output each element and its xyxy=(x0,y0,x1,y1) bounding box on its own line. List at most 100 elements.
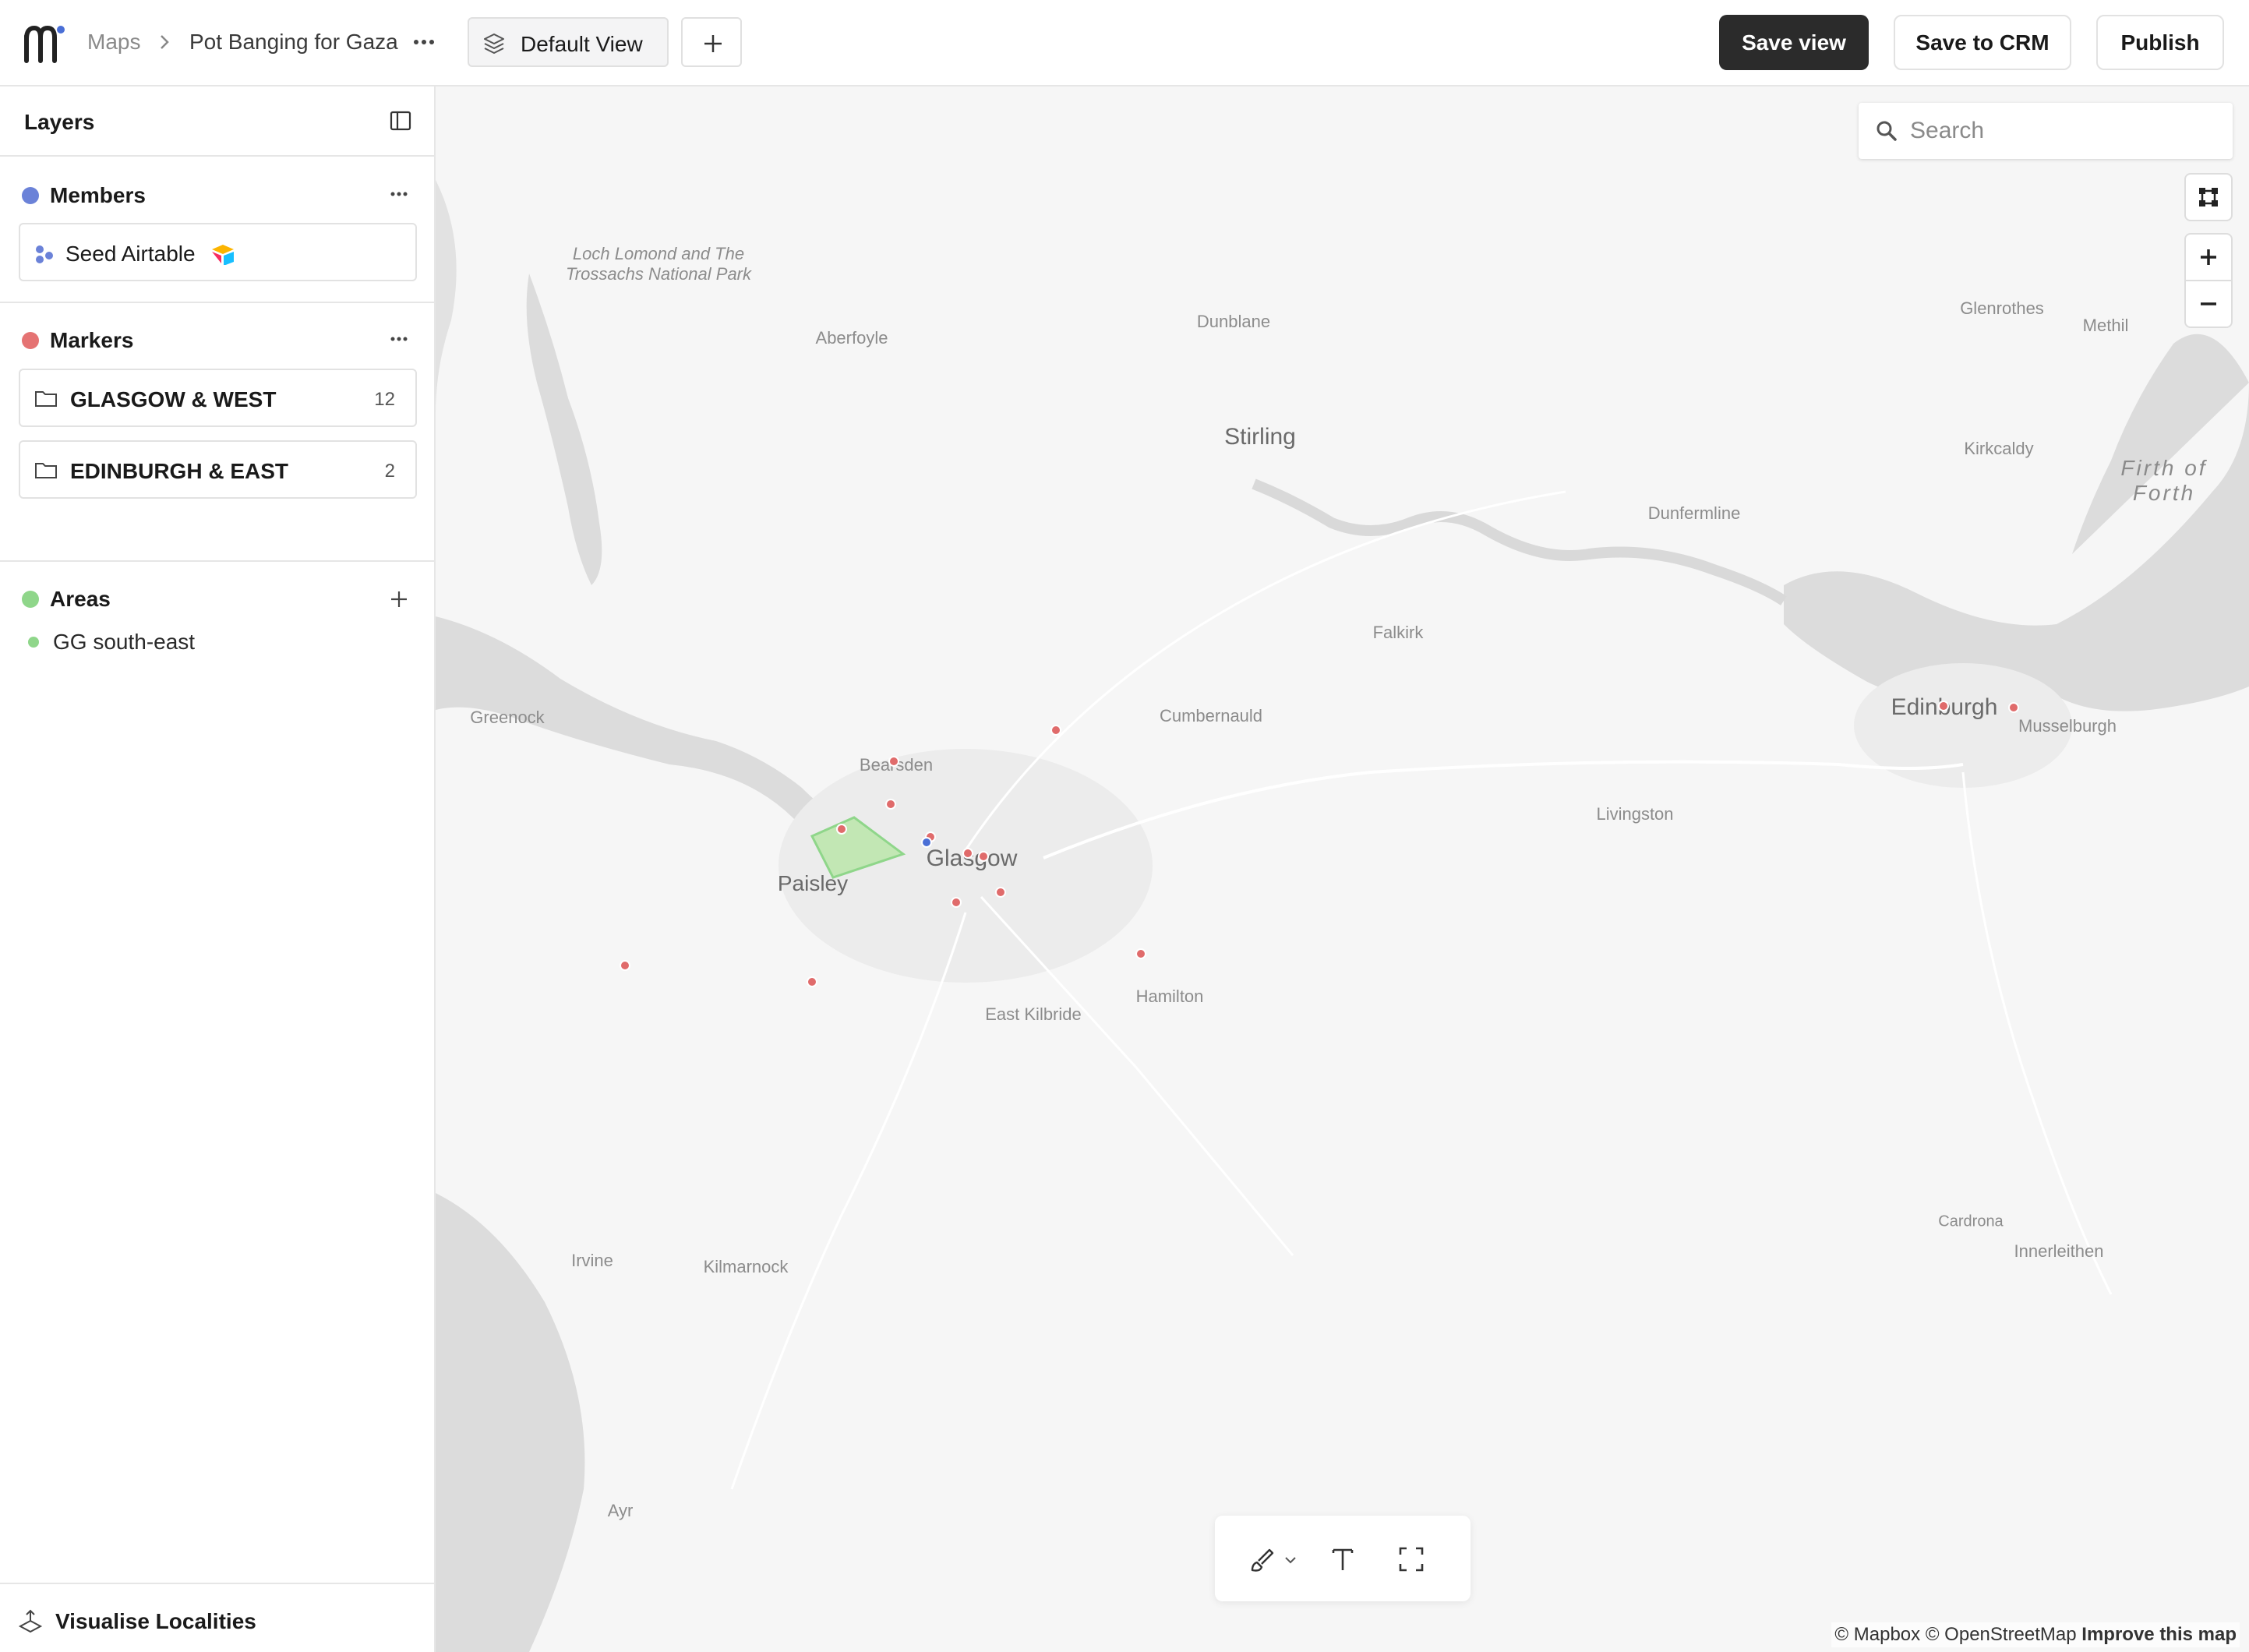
place-label: Innerleithen xyxy=(2014,1241,2104,1261)
markers-color-dot xyxy=(22,332,39,349)
place-label: Kirkcaldy xyxy=(1964,439,2034,458)
map-marker[interactable] xyxy=(888,756,899,767)
map-search-box xyxy=(1859,103,2233,159)
place-label: Ayr xyxy=(607,1501,634,1520)
map-marker[interactable] xyxy=(885,799,896,810)
minus-icon xyxy=(2201,302,2216,305)
map-marker[interactable] xyxy=(1938,701,1949,711)
place-label: Glenrothes xyxy=(1960,298,2044,318)
map-marker[interactable] xyxy=(951,897,962,908)
marker-folder-item[interactable]: EDINBURGH & EAST 2 xyxy=(19,440,417,499)
place-label: Greenock xyxy=(470,708,545,727)
app-logo[interactable] xyxy=(22,22,65,65)
collapse-sidebar-icon[interactable] xyxy=(388,108,413,133)
map-marker[interactable] xyxy=(1135,948,1146,959)
place-label: Stirling xyxy=(1224,424,1296,450)
map-canvas[interactable]: Loch Lomond and The Trossachs National P… xyxy=(436,86,2249,1652)
zoom-control xyxy=(2186,235,2231,327)
place-label: Livingston xyxy=(1596,804,1674,824)
markers-section-title[interactable]: Markers xyxy=(22,328,133,353)
map-tools-toolbar xyxy=(1215,1516,1470,1601)
visualise-localities-button[interactable]: Visualise Localities xyxy=(0,1583,434,1652)
polygon-icon xyxy=(2199,188,2218,206)
areas-title: Areas xyxy=(50,587,111,611)
fullscreen-icon[interactable] xyxy=(1396,1544,1427,1575)
view-tab-label: Default View xyxy=(521,32,643,56)
members-color-dot xyxy=(22,187,39,204)
place-label: Dunblane xyxy=(1196,312,1271,331)
area-color-dot xyxy=(28,637,39,648)
member-marker[interactable] xyxy=(921,837,932,848)
member-source-item[interactable]: Seed Airtable xyxy=(19,223,417,281)
draw-polygon-button[interactable] xyxy=(2186,175,2231,220)
chevron-right-icon xyxy=(161,35,169,49)
place-label: Dunfermline xyxy=(1647,503,1741,523)
map-marker[interactable] xyxy=(620,960,630,971)
place-label: Methil xyxy=(2082,316,2129,335)
members-more-icon[interactable] xyxy=(387,185,411,203)
airtable-icon xyxy=(212,245,234,265)
folder-icon xyxy=(35,391,57,407)
plus-icon xyxy=(704,35,722,52)
sidebar-title: Layers xyxy=(24,110,95,134)
zoom-in-button[interactable] xyxy=(2186,235,2231,280)
map-marker[interactable] xyxy=(836,824,847,835)
place-label: Musselburgh xyxy=(2018,716,2117,736)
save-view-button[interactable]: Save view xyxy=(1719,15,1869,70)
visualise-localities-label: Visualise Localities xyxy=(55,1609,256,1633)
members-section-title[interactable]: Members xyxy=(22,183,146,208)
publish-button[interactable]: Publish xyxy=(2096,15,2224,70)
members-dots-icon xyxy=(36,245,53,263)
map-marker[interactable] xyxy=(807,976,817,987)
place-label: Kilmarnock xyxy=(703,1257,789,1276)
map-marker[interactable] xyxy=(2008,702,2019,713)
draw-polygon-control[interactable] xyxy=(2186,175,2231,220)
view-tab-default[interactable]: Default View xyxy=(468,17,669,67)
place-label: Hamilton xyxy=(1135,987,1204,1006)
area-label: GG south-east xyxy=(53,630,196,654)
place-label: Firth of Forth xyxy=(2120,456,2208,505)
members-title: Members xyxy=(50,183,146,207)
more-options-icon[interactable] xyxy=(408,31,440,53)
improve-map-link[interactable]: Improve this map xyxy=(2081,1624,2237,1645)
place-label: Aberfoyle xyxy=(815,328,888,348)
place-label: Irvine xyxy=(571,1251,613,1270)
place-label: Cardrona xyxy=(1938,1213,2004,1230)
add-area-icon[interactable] xyxy=(387,587,411,612)
plus-icon xyxy=(2201,249,2216,265)
attribution-text[interactable]: © Mapbox © OpenStreetMap xyxy=(1834,1624,2076,1645)
markers-title: Markers xyxy=(50,328,134,352)
breadcrumb-map-title[interactable]: Pot Banging for Gaza xyxy=(189,30,398,55)
map-marker[interactable] xyxy=(962,848,973,859)
add-view-button[interactable] xyxy=(681,17,742,67)
text-tool-icon[interactable] xyxy=(1327,1544,1358,1575)
map-marker[interactable] xyxy=(978,851,989,862)
section-divider xyxy=(0,302,434,303)
member-source-label: Seed Airtable xyxy=(65,242,196,266)
place-label: Cumbernauld xyxy=(1159,706,1263,725)
map-marker[interactable] xyxy=(1050,725,1061,736)
marker-folder-count: 2 xyxy=(384,461,395,482)
breadcrumb-maps[interactable]: Maps xyxy=(87,30,140,55)
map-marker[interactable] xyxy=(995,887,1006,898)
place-label: Paisley xyxy=(777,871,849,895)
marker-folder-item[interactable]: GLASGOW & WEST 12 xyxy=(19,369,417,427)
paintbrush-icon[interactable] xyxy=(1248,1544,1279,1575)
sidebar-header: Layers xyxy=(0,86,434,157)
markers-more-icon[interactable] xyxy=(387,330,411,348)
areas-section-title[interactable]: Areas xyxy=(22,587,111,612)
save-to-crm-button[interactable]: Save to CRM xyxy=(1894,15,2071,70)
areas-color-dot xyxy=(22,591,39,608)
area-list-item[interactable]: GG south-east xyxy=(28,630,195,655)
zoom-out-button[interactable] xyxy=(2186,281,2231,327)
top-bar: Maps Pot Banging for Gaza Default View S… xyxy=(0,0,2249,86)
marker-folder-count: 12 xyxy=(374,389,395,410)
map-attribution: © Mapbox © OpenStreetMap Improve this ma… xyxy=(1831,1622,2240,1647)
visualise-icon xyxy=(18,1609,43,1633)
map-search-input[interactable] xyxy=(1910,114,2214,148)
marker-folder-label: EDINBURGH & EAST xyxy=(70,459,289,483)
chevron-down-icon[interactable] xyxy=(1283,1555,1298,1566)
place-label: Loch Lomond and The Trossachs National P… xyxy=(565,244,752,284)
search-icon xyxy=(1877,121,1897,141)
place-label: East Kilbride xyxy=(985,1004,1082,1024)
